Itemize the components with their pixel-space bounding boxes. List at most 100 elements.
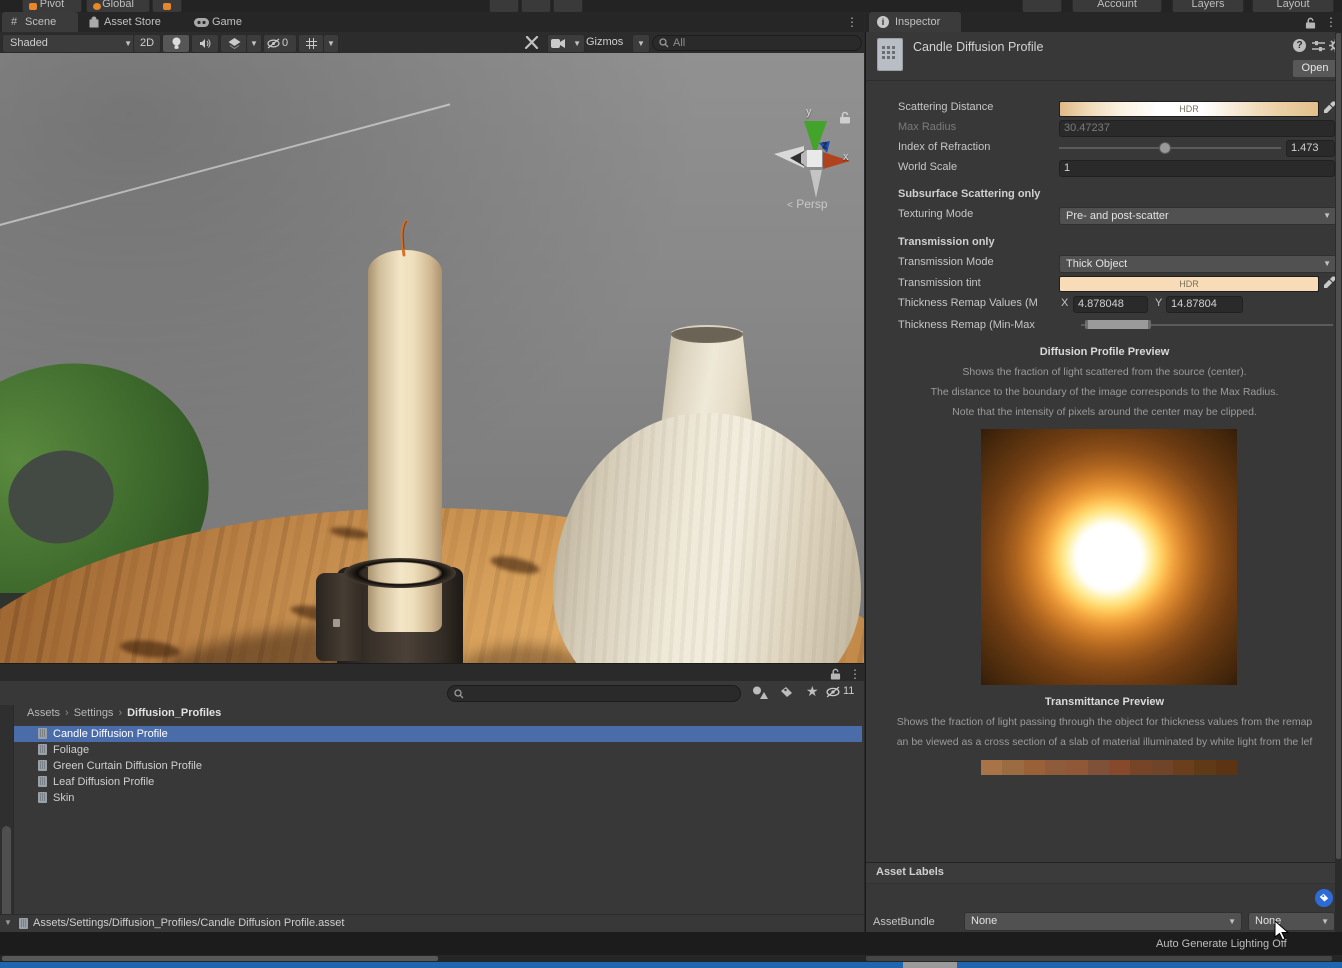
assetbundle-variant-dropdown[interactable]: None▼ <box>1248 912 1335 931</box>
transmittance-segment <box>981 760 1002 775</box>
transmission-tint-label: Transmission tint <box>898 277 981 289</box>
bulb-icon <box>171 37 182 50</box>
project-item[interactable]: Candle Diffusion Profile <box>14 726 862 742</box>
tab-scene[interactable]: # Scene <box>2 12 78 32</box>
hscroll-thumb[interactable] <box>2 956 438 961</box>
gizmo-lock-icon[interactable] <box>839 111 851 124</box>
unity-editor-window: Pivot Global Account Layers Layout # Sce… <box>0 0 1342 968</box>
inspector-menu-dots[interactable]: ⋮ <box>1325 13 1337 31</box>
index-of-refraction-label: Index of Refraction <box>898 141 990 153</box>
snap-button[interactable] <box>152 0 182 12</box>
thickness-minmax-range[interactable] <box>1085 320 1151 329</box>
tab-inspector[interactable]: i Inspector <box>869 12 961 32</box>
draw-mode-dropdown[interactable]: Shaded ▼ <box>2 34 139 53</box>
horizontal-scrollbar[interactable] <box>0 955 1342 962</box>
breadcrumb-diffusion-profiles[interactable]: Diffusion_Profiles <box>127 707 221 719</box>
tab-asset-store[interactable]: Asset Store <box>84 12 184 32</box>
hscroll-thumb-right[interactable] <box>866 956 1332 961</box>
breadcrumb: ▲ Assets›Settings›Diffusion_Profiles <box>0 705 864 723</box>
transmittance-gradient-bar <box>981 760 1237 775</box>
tools-button[interactable] <box>520 34 544 51</box>
filter-by-label-icon[interactable] <box>780 686 793 699</box>
effects-toggle[interactable] <box>220 34 248 53</box>
pivot-button[interactable]: Pivot <box>22 0 82 12</box>
project-lock-icon[interactable] <box>830 668 841 680</box>
max-radius-label: Max Radius <box>898 121 956 133</box>
open-button[interactable]: Open <box>1292 59 1338 78</box>
candle-wick <box>396 219 412 257</box>
breadcrumb-settings[interactable]: Settings <box>74 707 114 719</box>
holder-logo <box>333 619 340 627</box>
effects-dropdown[interactable]: ▼ <box>246 34 262 53</box>
project-search-input[interactable] <box>447 685 741 702</box>
scattering-distance-color-field[interactable]: HDR <box>1059 101 1319 117</box>
play-button[interactable] <box>489 0 519 12</box>
diffusion-preview-title: Diffusion Profile Preview <box>866 346 1342 358</box>
step-button[interactable] <box>553 0 583 12</box>
transmission-tint-color-field[interactable]: HDR <box>1059 276 1319 292</box>
scene-grid-icon: # <box>11 12 17 32</box>
auto-generate-lighting-status[interactable]: Auto Generate Lighting Off <box>1156 938 1287 950</box>
max-radius-field: 30.47237 <box>1059 120 1335 137</box>
scene-viewport[interactable]: y x z < Persp <box>0 53 864 663</box>
scene-toolbar: Shaded ▼ 2D ▼ 0 ▼ ▼ Gizmos ▼ All <box>0 32 864 54</box>
gizmos-dropdown[interactable]: Gizmos <box>586 34 632 51</box>
cloud-button[interactable] <box>1022 0 1062 12</box>
scene-menu-dots[interactable]: ⋮ <box>846 13 858 31</box>
breadcrumb-assets[interactable]: Assets <box>27 707 60 719</box>
inspector-scrollbar[interactable] <box>1335 32 1342 932</box>
inspector-scroll-thumb[interactable] <box>1336 33 1341 859</box>
inspector-lock-icon[interactable] <box>1305 17 1316 29</box>
grid-toggle[interactable] <box>298 34 324 53</box>
layout-button[interactable]: Layout <box>1252 0 1334 12</box>
filter-by-type-icon[interactable] <box>752 686 768 700</box>
tab-game[interactable]: Game <box>192 12 252 32</box>
project-item[interactable]: Green Curtain Diffusion Profile <box>14 758 862 774</box>
thickness-y-field[interactable]: 14.87804 <box>1166 296 1243 313</box>
selected-asset-path-bar: ▼ Assets/Settings/Diffusion_Profiles/Can… <box>0 914 864 933</box>
transmittance-segment <box>1024 760 1045 775</box>
scene-visibility-toggle[interactable]: 0 <box>263 34 297 53</box>
presets-icon[interactable] <box>1312 40 1325 52</box>
scroll-down-icon[interactable]: ▼ <box>4 918 12 927</box>
scene-tabbar: # Scene Asset Store Game ⋮ <box>0 12 864 33</box>
camera-dropdown[interactable]: ▼ <box>547 34 585 53</box>
transmission-mode-dropdown[interactable]: Thick Object▼ <box>1059 255 1337 273</box>
gizmos-caret[interactable]: ▼ <box>632 34 650 53</box>
asset-labels-header-bar[interactable]: Asset Labels <box>866 862 1342 884</box>
grid-dropdown[interactable]: ▼ <box>323 34 339 53</box>
transmittance-segment <box>1088 760 1109 775</box>
global-button[interactable]: Global <box>86 0 150 12</box>
project-item[interactable]: Skin <box>14 790 862 806</box>
project-item[interactable]: Leaf Diffusion Profile <box>14 774 862 790</box>
world-scale-field[interactable]: 1 <box>1059 160 1335 177</box>
layers-button[interactable]: Layers <box>1172 0 1244 12</box>
ior-value-field[interactable]: 1.473 <box>1286 140 1335 157</box>
favorites-star-icon[interactable]: ★ <box>806 683 819 700</box>
scene-search-input[interactable]: All <box>652 35 862 51</box>
assetbundle-dropdown[interactable]: None▼ <box>964 912 1242 931</box>
eye-off-icon[interactable] <box>826 686 840 698</box>
candle-holder-handle <box>316 573 362 661</box>
inspector-panel: Candle Diffusion Profile ? Open Scatteri… <box>865 32 1342 932</box>
audio-toggle[interactable] <box>191 34 219 53</box>
help-icon[interactable]: ? <box>1293 39 1306 52</box>
2d-toggle[interactable]: 2D <box>133 34 161 53</box>
lighting-toggle[interactable] <box>162 34 190 53</box>
thickness-x-field[interactable]: 4.878048 <box>1073 296 1148 313</box>
pause-button[interactable] <box>521 0 551 12</box>
global-label: Global <box>102 0 134 10</box>
project-vscrollbar[interactable] <box>0 705 14 932</box>
eye-off-icon <box>267 38 280 49</box>
subsurface-scattering-header: Subsurface Scattering only <box>898 188 1040 200</box>
add-label-button[interactable] <box>1315 889 1333 907</box>
transmittance-segment <box>1130 760 1151 775</box>
vase-mouth <box>671 325 743 343</box>
transmission-only-header: Transmission only <box>898 236 995 248</box>
transmittance-segment <box>1045 760 1066 775</box>
ior-slider-knob[interactable] <box>1159 142 1171 154</box>
perspective-label[interactable]: < Persp <box>787 197 828 211</box>
project-item[interactable]: Foliage <box>14 742 862 758</box>
account-button[interactable]: Account <box>1072 0 1162 12</box>
texturing-mode-dropdown[interactable]: Pre- and post-scatter▼ <box>1059 207 1337 225</box>
